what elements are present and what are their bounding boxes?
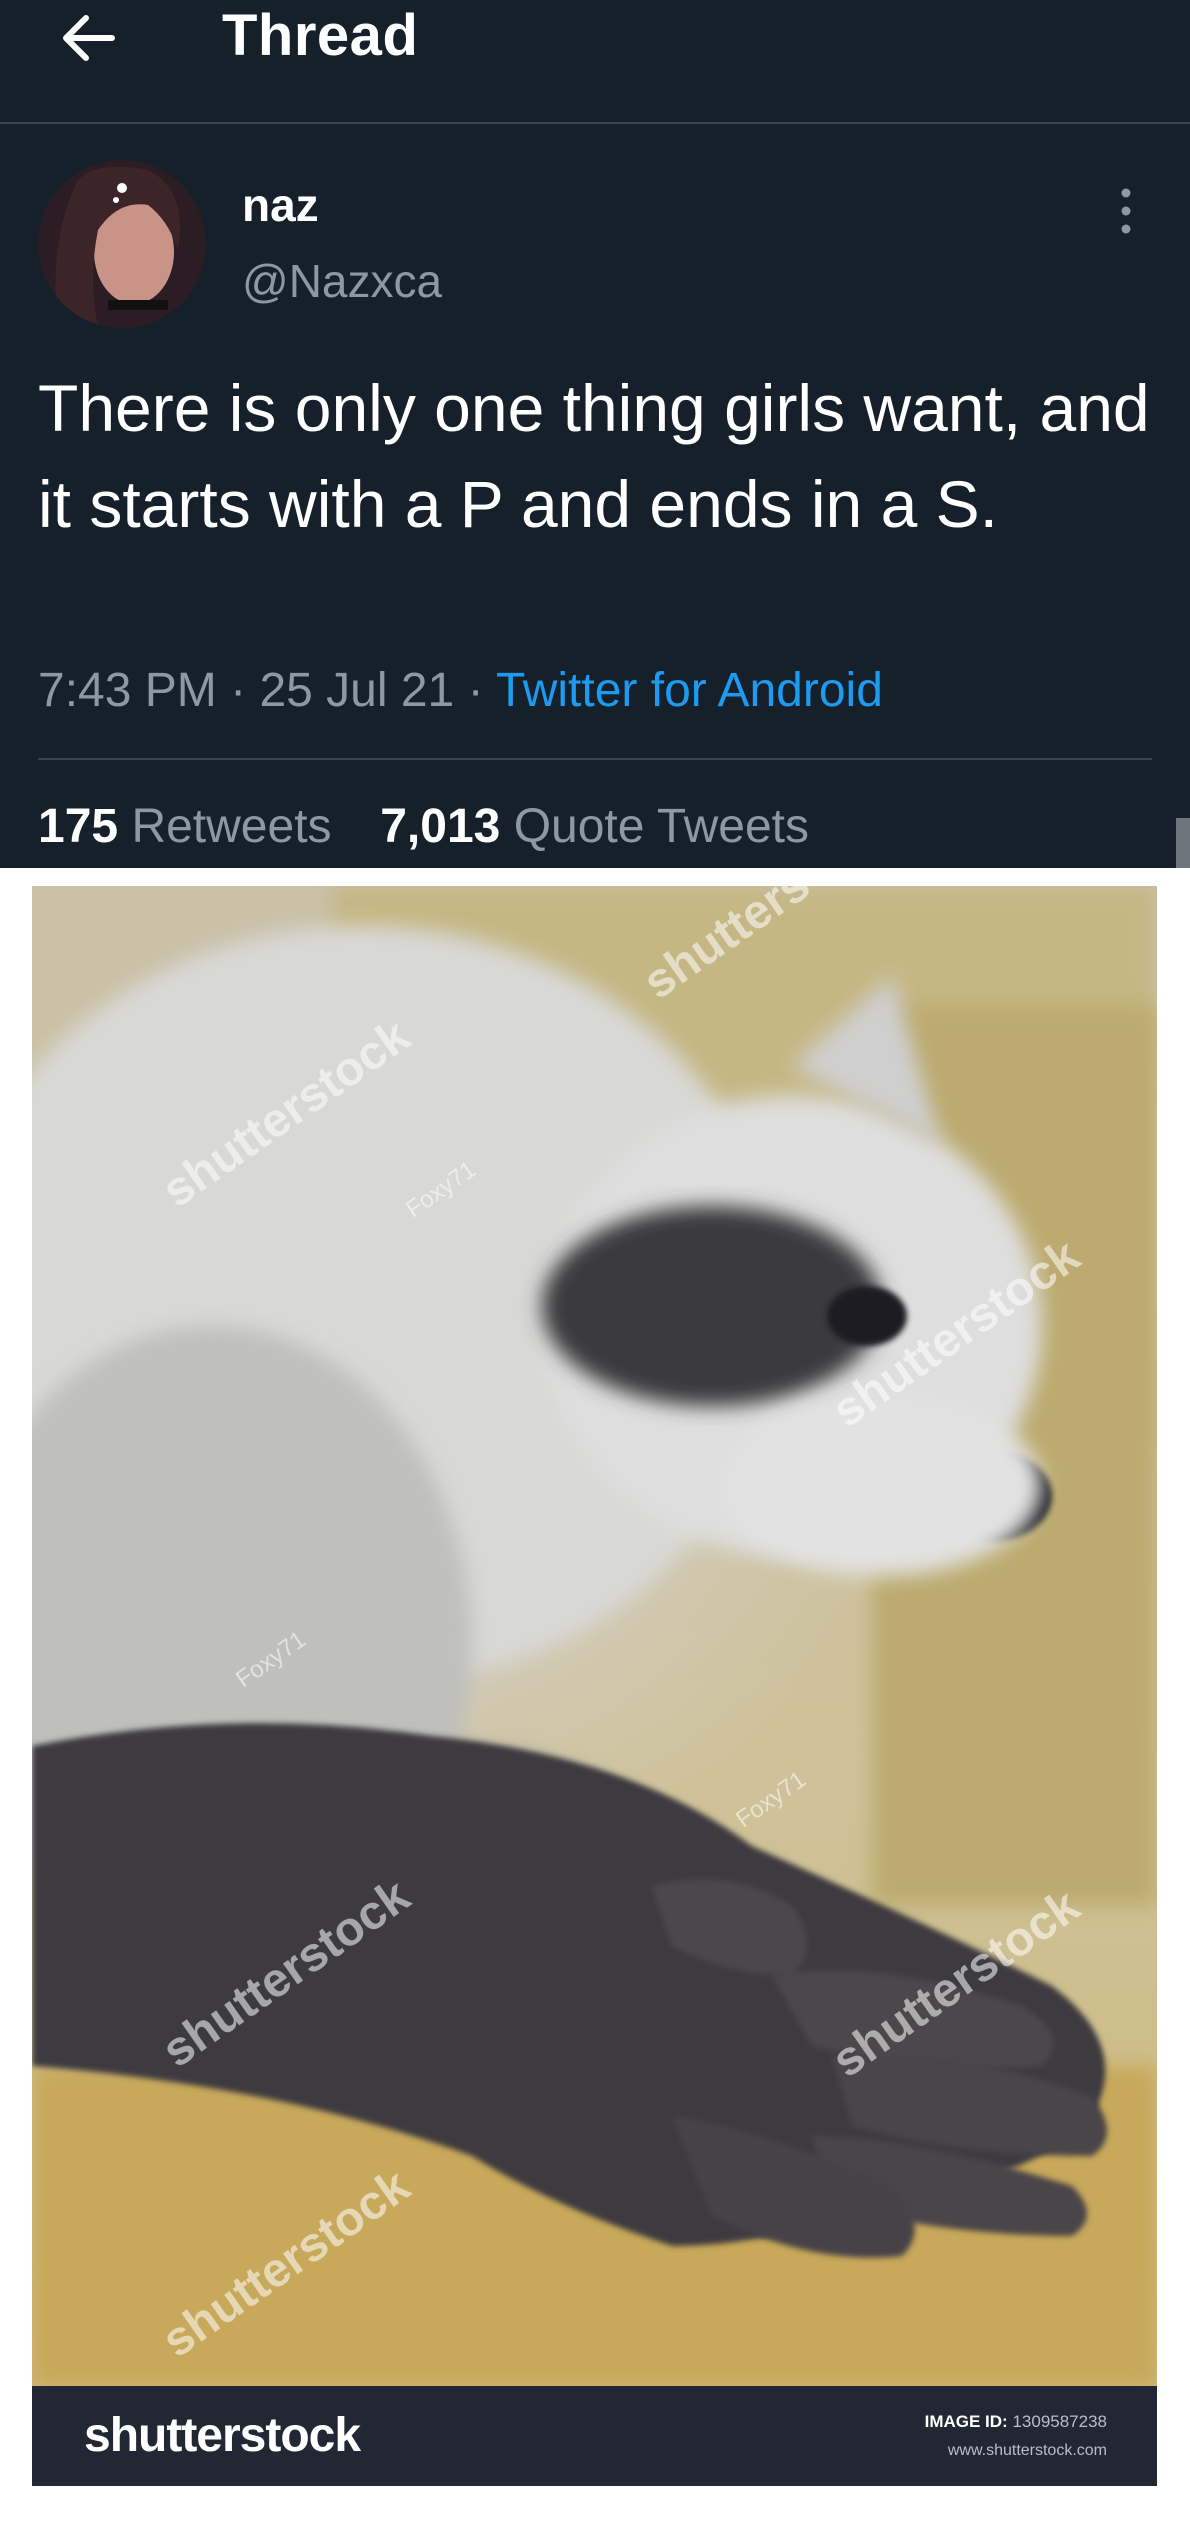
divider — [38, 758, 1152, 760]
back-button[interactable] — [48, 8, 128, 68]
raccoon-photo: shutterstock shutters shutterstock shutt… — [32, 886, 1157, 2386]
shutterstock-logo: shutterstock — [84, 2409, 361, 2462]
page-title: Thread — [222, 3, 419, 68]
quotes-label: Quote Tweets — [513, 800, 809, 853]
author-handle[interactable]: @Nazxca — [242, 252, 442, 310]
tweet-time: 7:43 PM — [38, 664, 217, 717]
meta-separator: · — [230, 664, 247, 717]
tweet-meta: 7:43 PM · 25 Jul 21 · Twitter for Androi… — [38, 656, 883, 726]
tweet-text: There is only one thing girls want, and … — [38, 371, 1150, 541]
stock-footer-bar: shutterstock IMAGE ID: 1309587238 www.sh… — [32, 2386, 1157, 2486]
image-id-label: IMAGE ID: — [924, 2412, 1008, 2431]
meta-separator-2: · — [467, 664, 484, 717]
avatar[interactable] — [38, 160, 206, 328]
image-id-value: 1309587238 — [1012, 2412, 1107, 2431]
avatar-image — [38, 160, 206, 328]
stock-url: www.shutterstock.com — [947, 2442, 1107, 2459]
more-options-button[interactable] — [1110, 186, 1142, 236]
scrollbar-thumb[interactable] — [1176, 818, 1190, 868]
author-name[interactable]: naz — [242, 176, 319, 234]
image-id: IMAGE ID: 1309587238 — [925, 2412, 1107, 2432]
quotes-count: 7,013 — [380, 800, 501, 853]
retweets-label: Retweets — [131, 800, 332, 853]
top-app-bar: Thread — [0, 0, 1190, 124]
retweets-count: 175 — [38, 800, 119, 853]
quote-tweets-stat[interactable]: 7,013 Quote Tweets — [380, 800, 809, 853]
attached-image[interactable]: shutterstock shutters shutterstock shutt… — [32, 886, 1157, 2486]
tweet-stats: 175 Retweets 7,013 Quote Tweets — [38, 792, 809, 862]
thread-screen: Thread naz @Nazxca There is only one thi… — [0, 0, 1190, 868]
tweet-source-link[interactable]: Twitter for Android — [496, 664, 883, 717]
photo-illustration — [32, 886, 1157, 2386]
retweets-stat[interactable]: 175 Retweets — [38, 800, 345, 853]
arrow-left-icon — [63, 15, 115, 61]
more-vertical-icon — [1121, 188, 1131, 234]
tweet-date: 25 Jul 21 — [259, 664, 455, 717]
